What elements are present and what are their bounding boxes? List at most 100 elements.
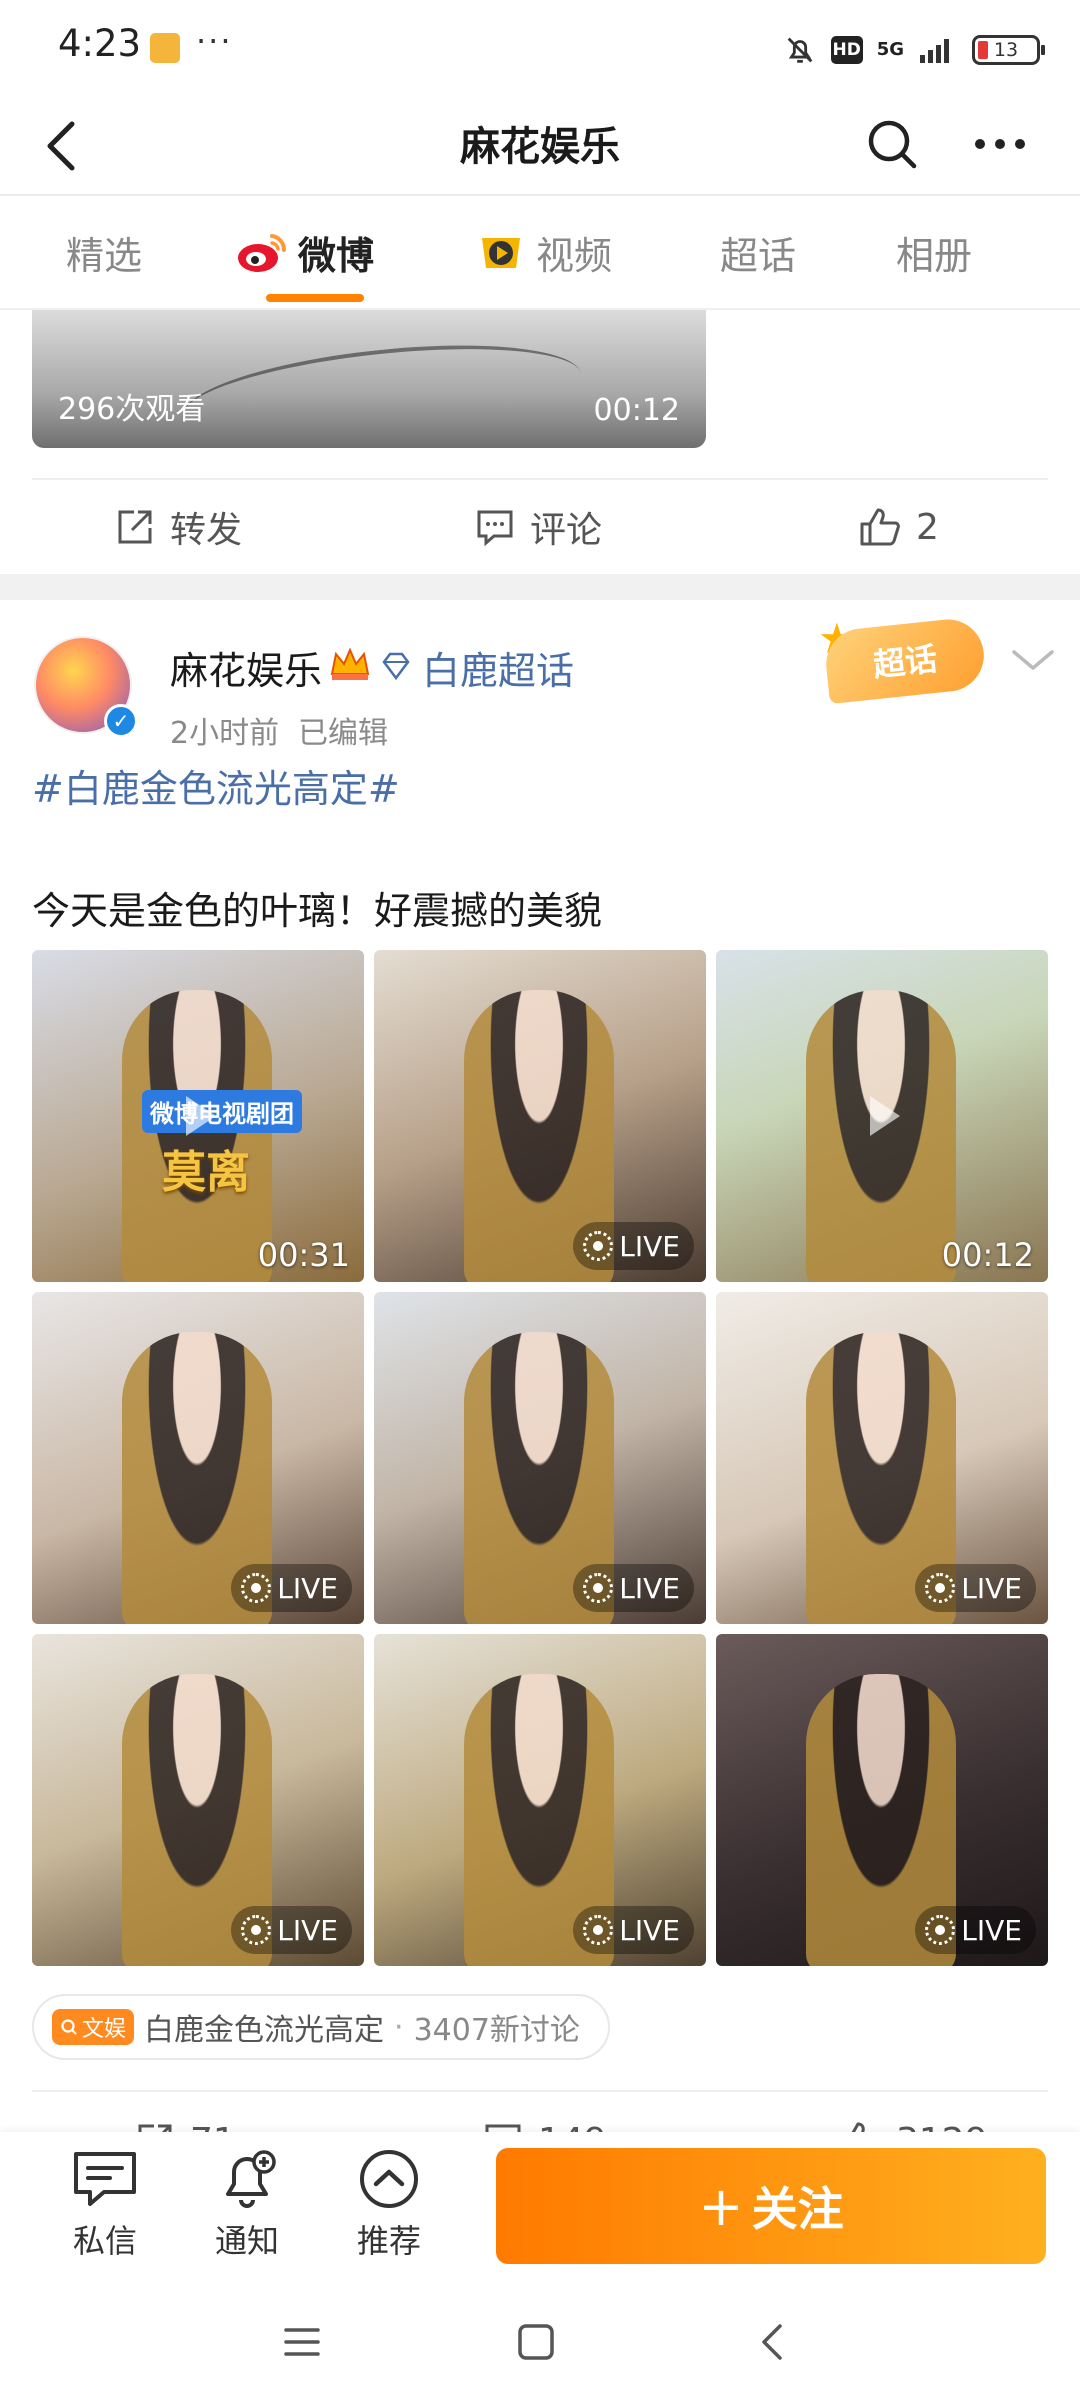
live-label: LIVE: [961, 1571, 1022, 1605]
post-hashtag[interactable]: #白鹿金色流光高定#: [32, 758, 400, 813]
plus-icon: +: [698, 2174, 744, 2238]
live-photo-thumbnail[interactable]: LIVE: [374, 1634, 706, 1966]
recommend-label: 推荐: [356, 2222, 421, 2260]
live-photo-icon: [241, 1915, 272, 1945]
live-badge: LIVE: [573, 1222, 694, 1270]
live-badge: LIVE: [231, 1564, 352, 1612]
network-label: 5G: [876, 39, 904, 60]
divider: [32, 2090, 1048, 2092]
live-photo-thumbnail[interactable]: LIVE: [32, 1634, 364, 1966]
top-header: 麻花娱乐: [0, 96, 1080, 196]
verified-badge-icon: ✓: [104, 704, 138, 738]
previous-post-video[interactable]: 296次观看 00:12: [32, 310, 706, 448]
view-count: 296次观看: [58, 392, 206, 427]
previous-post-actions: 转发 评论 2: [0, 482, 1080, 572]
live-photo-icon: [583, 1231, 614, 1261]
live-photo-icon: [241, 1573, 272, 1603]
video-thumbnail[interactable]: 00:12: [716, 950, 1048, 1282]
supertopic-link[interactable]: 白鹿超话: [422, 640, 574, 695]
live-badge: LIVE: [573, 1906, 694, 1954]
thumbs-up-icon: [860, 508, 900, 546]
live-photo-thumbnail[interactable]: LIVE: [716, 1292, 1048, 1624]
live-photo-thumbnail[interactable]: LIVE: [374, 1292, 706, 1624]
category-tag: 文娱: [52, 2009, 135, 2045]
search-icon: [868, 120, 917, 169]
more-button[interactable]: [970, 114, 1030, 174]
active-tab-indicator: [266, 294, 365, 302]
live-label: LIVE: [619, 1913, 680, 1947]
tab-video[interactable]: 视频: [476, 224, 612, 280]
play-icon: [186, 1096, 216, 1136]
search-button[interactable]: [862, 114, 922, 174]
tab-album[interactable]: 相册: [896, 224, 972, 280]
crown-icon: [330, 647, 370, 680]
like-count: 2: [916, 506, 939, 548]
status-time: 4:23: [58, 22, 142, 65]
status-indicators: HD 5G 13: [783, 30, 1045, 70]
mute-bell-icon: [787, 37, 813, 63]
diamond-icon: [382, 652, 410, 681]
topic-name: 白鹿金色流光高定: [144, 2013, 385, 2048]
notification-icon: [150, 33, 180, 63]
play-icon: [870, 1096, 900, 1136]
profile-tabs: 精选 微博 视频 超话 相册: [0, 198, 1080, 310]
live-photo-icon: [583, 1573, 614, 1603]
live-badge: LIVE: [573, 1564, 694, 1612]
bell-add-icon: [226, 2150, 276, 2208]
live-label: LIVE: [277, 1913, 338, 1947]
home-nav-button[interactable]: [504, 2310, 568, 2374]
chevron-up-circle-icon: [360, 2150, 418, 2208]
comment-label: 评论: [530, 510, 603, 551]
video-play-icon: [482, 238, 520, 268]
topic-discussion-count: 3407新讨论: [413, 2013, 580, 2048]
follow-button[interactable]: + 关注: [496, 2148, 1046, 2264]
back-nav-button[interactable]: [740, 2310, 804, 2374]
live-photo-thumbnail[interactable]: LIVE: [716, 1634, 1048, 1966]
share-icon: [118, 510, 152, 544]
live-photo-thumbnail[interactable]: LIVE: [374, 950, 706, 1282]
like-button[interactable]: 2: [858, 500, 939, 554]
tab-label: 精选: [66, 233, 143, 278]
live-photo-icon: [583, 1915, 614, 1945]
live-photo-icon: [925, 1915, 956, 1945]
repost-label: 转发: [170, 510, 243, 551]
follow-label: 关注: [751, 2182, 844, 2236]
home-square-icon: [518, 2324, 554, 2360]
topic-chip[interactable]: 文娱 白鹿金色流光高定 · 3407新讨论: [32, 1994, 610, 2060]
live-badge: LIVE: [915, 1564, 1036, 1612]
system-nav-bar: [0, 2282, 1080, 2400]
message-button[interactable]: 私信: [50, 2148, 160, 2262]
feed-separator: [0, 574, 1080, 600]
recommend-button[interactable]: 推荐: [334, 2148, 444, 2262]
live-photo-thumbnail[interactable]: LIVE: [32, 1292, 364, 1624]
tab-supertopic[interactable]: 超话: [720, 224, 796, 280]
live-photo-icon: [925, 1573, 956, 1603]
back-triangle-icon: [762, 2324, 782, 2360]
tab-featured[interactable]: 精选: [66, 224, 142, 280]
live-label: LIVE: [961, 1913, 1022, 1947]
menu-nav-button[interactable]: [270, 2310, 334, 2374]
live-label: LIVE: [619, 1229, 680, 1263]
video-frame-graphic: [178, 329, 586, 448]
comment-button[interactable]: 评论: [474, 500, 602, 554]
tab-label: 视频: [536, 233, 613, 278]
message-label: 私信: [72, 2222, 137, 2260]
search-icon: [61, 2019, 77, 2035]
video-duration: 00:12: [941, 1236, 1034, 1274]
signal-icon: [920, 39, 949, 63]
tab-label: 相册: [896, 233, 973, 278]
status-bar: 4:23 ··· HD 5G 13: [0, 0, 1080, 96]
video-thumbnail[interactable]: 微博电视剧团 莫离 00:31: [32, 950, 364, 1282]
tab-label: 超话: [720, 233, 797, 278]
notify-button[interactable]: 通知: [192, 2148, 302, 2262]
repost-button[interactable]: 转发: [114, 500, 242, 554]
chevron-down-icon[interactable]: [1010, 644, 1056, 678]
tab-weibo[interactable]: 微博: [236, 224, 374, 302]
hd-icon: HD: [830, 36, 863, 64]
author-name[interactable]: 麻花娱乐: [170, 640, 322, 695]
battery-icon: 13: [972, 35, 1045, 65]
category-label: 文娱: [82, 2017, 127, 2042]
more-dots-icon: [975, 139, 1025, 149]
comment-icon: [477, 510, 513, 547]
menu-icon: [284, 2328, 320, 2356]
